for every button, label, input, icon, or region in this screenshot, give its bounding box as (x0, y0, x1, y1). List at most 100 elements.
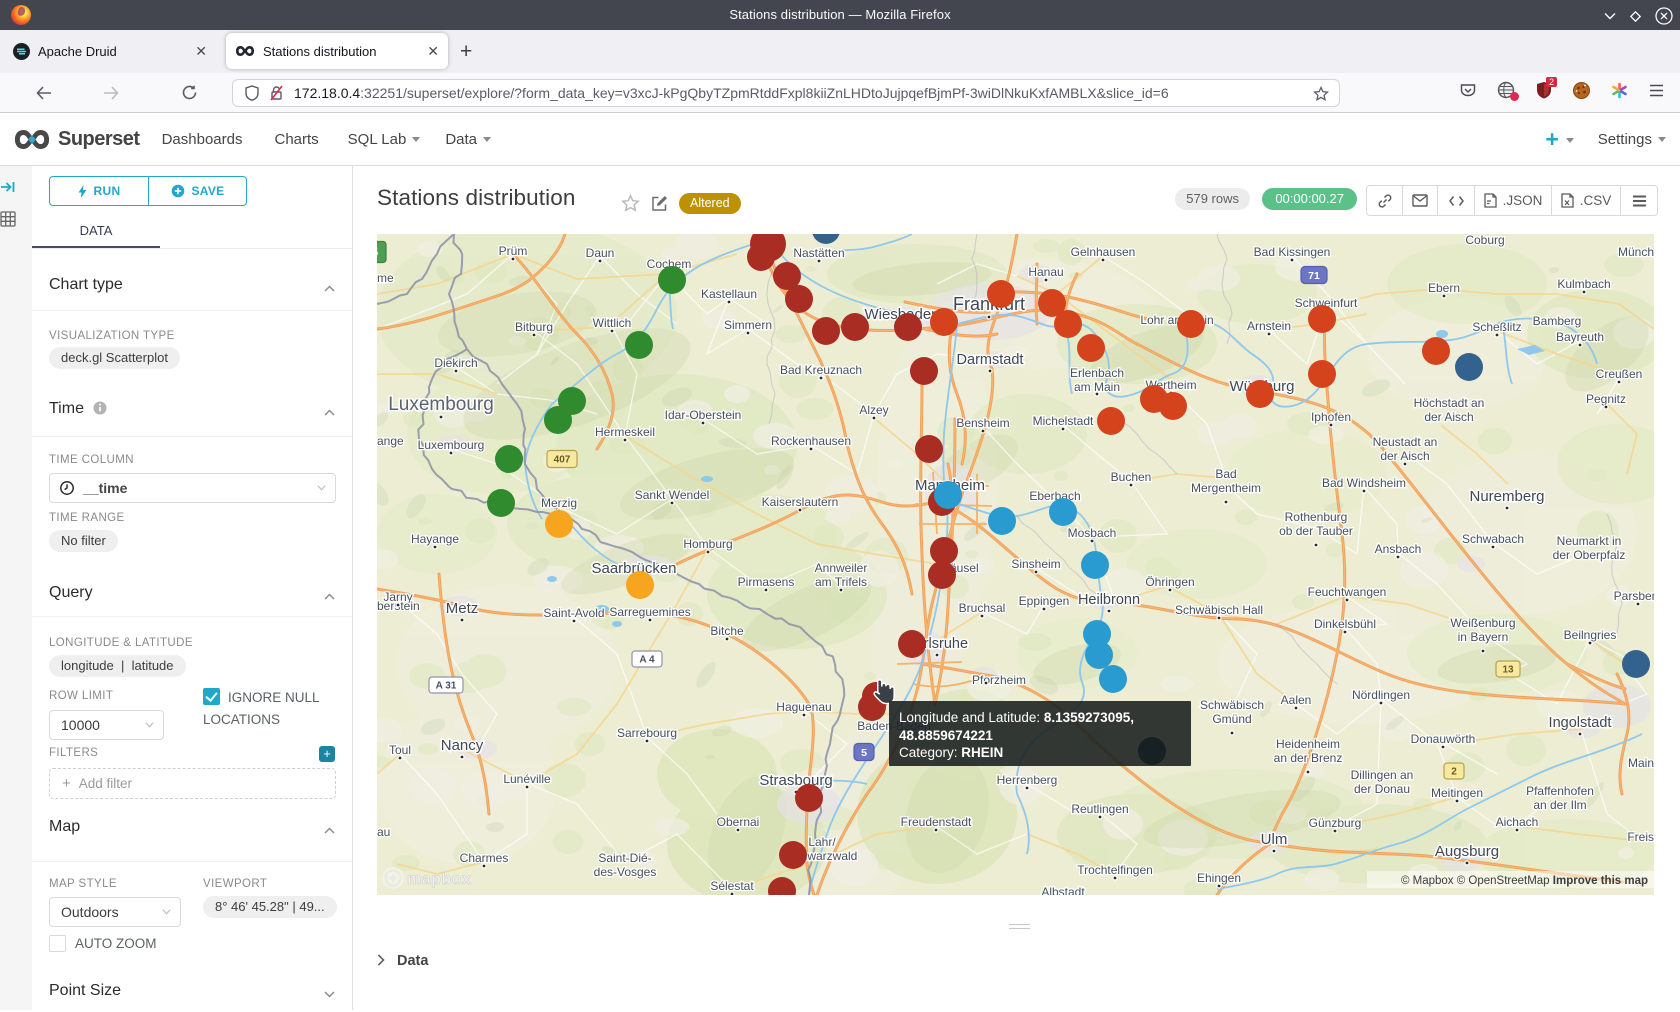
svg-text:Heilbronn: Heilbronn (1078, 592, 1140, 608)
svg-text:Hanau: Hanau (1028, 265, 1063, 279)
svg-text:Merzig: Merzig (541, 496, 577, 510)
svg-text:Kaiserslautern: Kaiserslautern (762, 495, 839, 509)
svg-text:Lunéville: Lunéville (503, 772, 551, 786)
svg-text:Bad Kissingen: Bad Kissingen (1254, 245, 1331, 259)
svg-text:Dillingen an: Dillingen an (1351, 768, 1414, 782)
svg-text:Rockenhausen: Rockenhausen (771, 434, 851, 448)
svg-text:Luxembourg: Luxembourg (388, 394, 494, 415)
svg-text:Erlenbach: Erlenbach (1070, 366, 1124, 380)
svg-text:Pirmasens: Pirmasens (738, 575, 795, 589)
svg-text:Scheßlitz: Scheßlitz (1472, 320, 1521, 334)
svg-text:in Bayern: in Bayern (1458, 630, 1509, 644)
svg-text:der Oberpfalz: der Oberpfalz (1553, 548, 1626, 562)
svg-text:Main: Main (1628, 756, 1654, 770)
svg-text:Haguenau: Haguenau (776, 700, 831, 714)
svg-text:Feuchtwangen: Feuchtwangen (1308, 585, 1387, 599)
svg-text:Freis: Freis (1627, 830, 1654, 844)
svg-text:Pegnitz: Pegnitz (1586, 392, 1626, 406)
svg-text:Daun: Daun (586, 246, 615, 260)
svg-text:Strasbourg: Strasbourg (759, 772, 832, 789)
svg-text:Reutlingen: Reutlingen (1071, 802, 1128, 816)
svg-text:Ingolstadt: Ingolstadt (1549, 715, 1612, 731)
svg-text:Nancy: Nancy (441, 737, 484, 754)
svg-text:Trochtelfingen: Trochtelfingen (1077, 863, 1153, 877)
svg-text:Idar-Oberstein: Idar-Oberstein (665, 408, 742, 422)
svg-text:Luxembourg: Luxembourg (418, 438, 485, 452)
svg-text:Ebern: Ebern (1428, 281, 1460, 295)
svg-text:5: 5 (377, 247, 378, 259)
svg-text:Ehingen: Ehingen (1197, 871, 1241, 885)
svg-text:Bad Kreuznach: Bad Kreuznach (780, 363, 862, 377)
svg-text:Iphofen: Iphofen (1311, 410, 1351, 424)
svg-text:Creußen: Creußen (1596, 367, 1643, 381)
svg-text:Heidenheim: Heidenheim (1276, 737, 1340, 751)
svg-text:des-Vosges: des-Vosges (594, 865, 657, 879)
svg-text:Obernai: Obernai (717, 815, 760, 829)
svg-text:Dinkelsbühl: Dinkelsbühl (1314, 617, 1376, 631)
svg-text:Münch: Münch (1618, 245, 1654, 259)
svg-text:an der Ilm: an der Ilm (1533, 798, 1586, 812)
svg-text:Schwäbisch: Schwäbisch (1200, 698, 1264, 712)
svg-text:Toul: Toul (389, 743, 411, 757)
svg-text:Beilngries: Beilngries (1564, 628, 1617, 642)
svg-text:Kulmbach: Kulmbach (1557, 277, 1610, 291)
svg-text:Schwäbisch Hall: Schwäbisch Hall (1175, 603, 1263, 617)
svg-text:2: 2 (1451, 767, 1457, 778)
svg-text:Pfaffenhofen: Pfaffenhofen (1526, 784, 1594, 798)
svg-text:Diekirch: Diekirch (434, 356, 477, 370)
svg-text:Bayreuth: Bayreuth (1556, 330, 1604, 344)
svg-text:Bitche: Bitche (710, 624, 744, 638)
svg-text:Sarreguemines: Sarreguemines (609, 605, 690, 619)
svg-text:Aichach: Aichach (1496, 815, 1539, 829)
svg-text:Ulm: Ulm (1261, 831, 1288, 848)
svg-text:A 31: A 31 (436, 681, 457, 692)
svg-text:au: au (377, 825, 390, 839)
svg-text:Parsberg: Parsberg (1614, 589, 1654, 603)
svg-text:Gmünd: Gmünd (1212, 712, 1251, 726)
svg-text:me: me (377, 271, 394, 285)
svg-text:Prüm: Prüm (499, 244, 528, 258)
svg-text:© Mapbox © OpenStreetMap Impro: © Mapbox © OpenStreetMap Improve this ma… (1401, 875, 1648, 887)
svg-text:Lahr/: Lahr/ (808, 835, 836, 849)
svg-text:Donauwörth: Donauwörth (1411, 732, 1476, 746)
svg-text:13: 13 (1502, 665, 1514, 676)
svg-text:Gelnhausen: Gelnhausen (1071, 245, 1136, 259)
svg-text:Alzey: Alzey (859, 403, 888, 417)
svg-text:Herrenberg: Herrenberg (997, 773, 1058, 787)
svg-text:Ansbach: Ansbach (1375, 542, 1422, 556)
svg-text:Wittlich: Wittlich (593, 316, 632, 330)
svg-text:Nuremberg: Nuremberg (1469, 488, 1544, 505)
svg-text:mapbox: mapbox (407, 871, 471, 888)
svg-text:Michelstadt: Michelstadt (1033, 414, 1094, 428)
svg-text:Nördlingen: Nördlingen (1352, 688, 1410, 702)
svg-text:Bad: Bad (1215, 467, 1236, 481)
svg-text:Bruchsal: Bruchsal (959, 601, 1006, 615)
svg-text:Bensheim: Bensheim (956, 416, 1009, 430)
svg-text:Sélestat: Sélestat (710, 879, 754, 893)
svg-text:Simmern: Simmern (724, 318, 772, 332)
svg-text:Rothenburg: Rothenburg (1285, 510, 1348, 524)
svg-text:Hermeskeil: Hermeskeil (595, 425, 655, 439)
svg-text:ob der Tauber: ob der Tauber (1279, 524, 1353, 538)
svg-text:71: 71 (1308, 270, 1320, 282)
svg-text:Weißenburg: Weißenburg (1450, 616, 1515, 630)
svg-text:Coburg: Coburg (1465, 234, 1504, 247)
svg-text:an der Brenz: an der Brenz (1274, 751, 1343, 765)
svg-text:Annweiler: Annweiler (815, 561, 868, 575)
svg-text:Augsburg: Augsburg (1435, 843, 1499, 860)
svg-text:Sinsheim: Sinsheim (1011, 557, 1060, 571)
svg-text:Buchen: Buchen (1111, 470, 1152, 484)
svg-text:Sarrebourg: Sarrebourg (617, 726, 677, 740)
svg-text:Bad Windsheim: Bad Windsheim (1322, 476, 1406, 490)
svg-text:Metz: Metz (446, 600, 479, 617)
svg-text:Öhringen: Öhringen (1145, 575, 1194, 589)
svg-text:5: 5 (861, 747, 867, 759)
svg-text:Nastätten: Nastätten (793, 246, 844, 260)
svg-text:Darmstadt: Darmstadt (957, 352, 1024, 368)
svg-text:Charmes: Charmes (460, 851, 509, 865)
svg-text:Mergentheim: Mergentheim (1191, 481, 1261, 495)
svg-text:A 4: A 4 (639, 655, 655, 666)
svg-text:Arnstein: Arnstein (1247, 319, 1291, 333)
svg-text:407: 407 (554, 455, 571, 466)
svg-text:Mosbach: Mosbach (1068, 526, 1117, 540)
